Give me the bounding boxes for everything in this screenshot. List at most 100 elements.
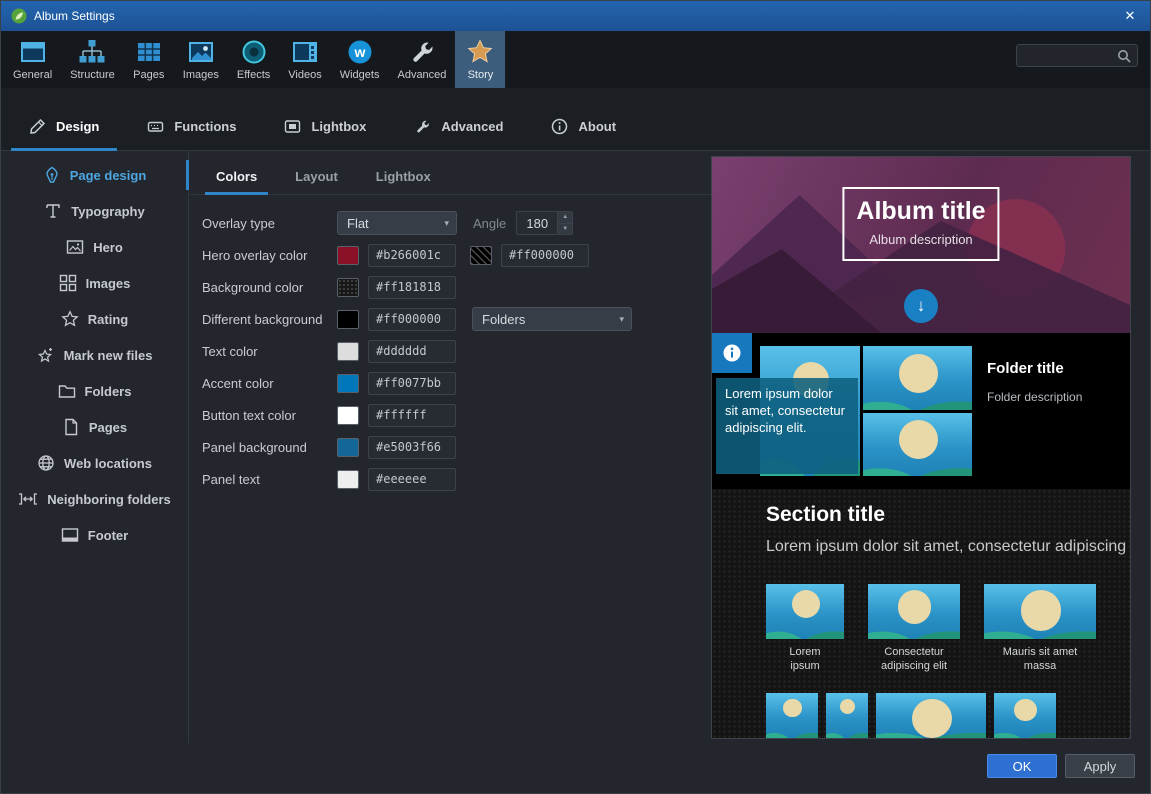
film-icon	[291, 38, 319, 66]
button-text-color-swatch[interactable]	[337, 406, 359, 425]
lightbox-icon	[284, 118, 301, 135]
thumbnail-image[interactable]	[984, 584, 1096, 639]
overlay-type-select[interactable]: Flat ▾	[337, 211, 457, 235]
close-button[interactable]: ✕	[1110, 1, 1150, 31]
tab-design[interactable]: Design	[11, 102, 117, 150]
toolbar-item-advanced[interactable]: Advanced	[388, 31, 455, 88]
down-arrow-icon: ↓	[917, 296, 926, 316]
different-background-swatch[interactable]	[337, 310, 359, 329]
spin-down-icon[interactable]: ▼	[558, 224, 572, 235]
apply-button[interactable]: Apply	[1065, 754, 1135, 778]
tab-colors[interactable]: Colors	[202, 165, 271, 194]
thumbnail-image[interactable]	[876, 693, 986, 738]
hero-overlay-hex-input[interactable]	[368, 244, 456, 267]
thumbnail-image[interactable]	[868, 584, 960, 639]
sidebar-item-web-locations[interactable]: Web locations	[1, 445, 188, 481]
wrench-icon	[408, 38, 436, 66]
toolbar-item-structure[interactable]: Structure	[61, 31, 124, 88]
different-background-hex-input[interactable]	[368, 308, 456, 331]
toolbar-item-pages[interactable]: Pages	[124, 31, 174, 88]
tab-advanced[interactable]: Advanced	[396, 102, 521, 150]
field-label: Background color	[202, 280, 337, 295]
panel-text-hex-input[interactable]	[368, 468, 456, 491]
background-hex-input[interactable]	[368, 276, 456, 299]
toolbar-item-effects[interactable]: Effects	[228, 31, 279, 88]
spin-up-icon[interactable]: ▲	[558, 212, 572, 224]
button-text-color-hex-input[interactable]	[368, 404, 456, 427]
content-area: Page design Typography Hero Images Ratin…	[1, 151, 1150, 743]
sidebar-item-label: Page design	[70, 168, 147, 183]
tab-about[interactable]: About	[533, 102, 634, 150]
sidebar-item-pages[interactable]: Pages	[1, 409, 188, 445]
panel-text-row: Panel text	[202, 463, 711, 495]
panel-background-hex-input[interactable]	[368, 436, 456, 459]
different-background-row: Different background Folders ▾	[202, 303, 711, 335]
tab-label: Lightbox	[311, 119, 366, 134]
chevron-down-icon: ▾	[619, 314, 624, 325]
panel-text-swatch[interactable]	[337, 470, 359, 489]
sidebar-item-rating[interactable]: Rating	[1, 301, 188, 337]
toolbar-item-images[interactable]: Images	[174, 31, 228, 88]
sidebar-item-images[interactable]: Images	[1, 265, 188, 301]
toolbar-item-widgets[interactable]: w Widgets	[331, 31, 389, 88]
thumbnail-image[interactable]	[994, 693, 1056, 738]
sidebar-item-neighboring-folders[interactable]: Neighboring folders	[1, 481, 188, 517]
hero-overlay-hex2-input[interactable]	[501, 244, 589, 267]
accent-color-hex-input[interactable]	[368, 372, 456, 395]
accent-color-row: Accent color	[202, 367, 711, 399]
thumbnail-image[interactable]	[766, 693, 818, 738]
hero-overlay-color-swatch[interactable]	[337, 246, 359, 265]
thumbnail-caption: Consectetur adipiscing elit	[868, 646, 960, 674]
accent-color-swatch[interactable]	[337, 374, 359, 393]
form-rows: Overlay type Flat ▾ Angle ▲ ▼	[190, 195, 711, 495]
toolbar-item-general[interactable]: General	[4, 31, 61, 88]
spinner[interactable]: ▲ ▼	[557, 212, 572, 234]
scroll-down-button[interactable]: ↓	[904, 289, 938, 323]
text-color-hex-input[interactable]	[368, 340, 456, 363]
hero-overlay-color2-swatch[interactable]	[470, 246, 492, 265]
angle-stepper[interactable]: ▲ ▼	[516, 211, 573, 235]
info-button[interactable]	[712, 333, 752, 373]
main-toolbar: General Structure Pages Images Effects V…	[1, 31, 1150, 88]
titlebar[interactable]: Album Settings ✕	[1, 1, 1150, 31]
sidebar-item-page-design[interactable]: Page design	[1, 157, 188, 193]
sidebar-item-typography[interactable]: Typography	[1, 193, 188, 229]
toolbar-item-label: General	[13, 69, 52, 81]
panel-background-swatch[interactable]	[337, 438, 359, 457]
folder-icon	[58, 382, 76, 400]
field-label: Overlay type	[202, 216, 337, 231]
text-color-swatch[interactable]	[337, 342, 359, 361]
tab-functions[interactable]: Functions	[129, 102, 254, 150]
thumbnail-item[interactable]: Mauris sit amet massa	[984, 584, 1096, 674]
lens-icon	[240, 38, 268, 66]
thumbnail-item[interactable]: Lorem ipsum	[766, 584, 844, 674]
search-box[interactable]	[1016, 44, 1138, 67]
thumbnail-image[interactable]	[766, 584, 844, 639]
field-label: Accent color	[202, 376, 337, 391]
different-background-select[interactable]: Folders ▾	[472, 307, 632, 331]
sidebar-item-footer[interactable]: Footer	[1, 517, 188, 553]
thumbnail-image[interactable]	[826, 693, 868, 738]
sidebar-item-mark-new-files[interactable]: Mark new files	[1, 337, 188, 373]
folder-thumbnail-image[interactable]	[863, 413, 972, 477]
window-title: Album Settings	[34, 9, 115, 23]
folder-thumbnail-image[interactable]	[863, 346, 972, 410]
tab-label: Lightbox	[376, 169, 431, 184]
ok-button[interactable]: OK	[987, 754, 1057, 778]
sidebar-item-folders[interactable]: Folders	[1, 373, 188, 409]
toolbar-item-label: Effects	[237, 69, 270, 81]
toolbar-item-story[interactable]: Story	[455, 31, 505, 88]
angle-input[interactable]	[517, 212, 557, 234]
tab-lightbox[interactable]: Lightbox	[266, 102, 384, 150]
tab-layout[interactable]: Layout	[281, 165, 352, 194]
preview-hero: Album title Album description ↓	[712, 157, 1130, 333]
dialog-footer: OK Apply	[1, 743, 1150, 793]
footer-icon	[61, 526, 79, 544]
sidebar-item-hero[interactable]: Hero	[1, 229, 188, 265]
thumbnail-item[interactable]: Consectetur adipiscing elit	[868, 584, 960, 674]
new-star-icon	[37, 346, 55, 364]
background-color-swatch[interactable]	[337, 278, 359, 297]
search-input[interactable]	[1017, 49, 1117, 63]
toolbar-item-videos[interactable]: Videos	[279, 31, 330, 88]
tab-lightbox-sub[interactable]: Lightbox	[362, 165, 445, 194]
